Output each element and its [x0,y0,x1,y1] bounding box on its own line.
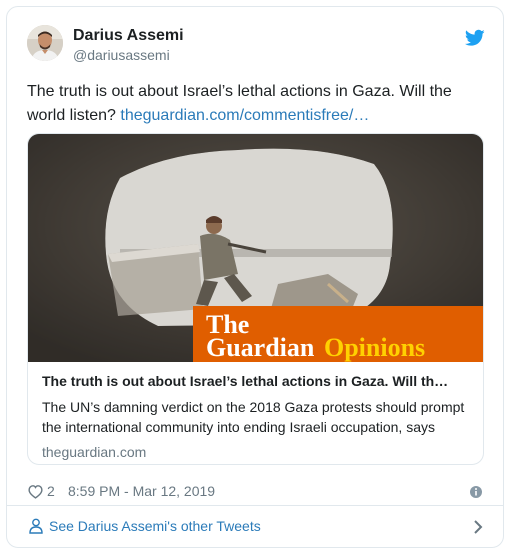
heart-icon[interactable] [27,484,44,499]
card-title[interactable]: The truth is out about Israel’s lethal a… [42,371,469,391]
like-count[interactable]: 2 [47,483,55,499]
link-card[interactable]: The Guardian Opinions The truth is out a… [27,133,484,465]
brand-guardian: Guardian [206,333,315,362]
author-block[interactable]: Darius Assemi @dariusassemi [73,27,184,65]
twitter-bird-icon[interactable] [465,29,485,47]
avatar-photo [27,25,63,61]
tweet-meta: 2 8:59 PM - Mar 12, 2019 [27,481,483,503]
tweet-text: The truth is out about Israel’s lethal a… [27,80,487,128]
tweet-link[interactable]: theguardian.com/commentisfree/… [120,107,369,124]
card-image[interactable]: The Guardian Opinions [28,134,483,362]
brand-opinions: Opinions [324,333,425,362]
author-name[interactable]: Darius Assemi [73,27,184,45]
see-other-tweets-label[interactable]: See Darius Assemi's other Tweets [49,518,261,534]
person-icon [29,518,43,534]
card-domain[interactable]: theguardian.com [42,442,469,462]
see-other-tweets-link[interactable]: See Darius Assemi's other Tweets [7,505,503,547]
tweet-timestamp[interactable]: 8:59 PM - Mar 12, 2019 [68,483,215,499]
author-handle[interactable]: @dariusassemi [73,45,184,65]
card-description: The UN’s damning verdict on the 2018 Gaz… [42,399,465,435]
card-photo: The Guardian Opinions [28,134,483,362]
card-body[interactable]: The truth is out about Israel’s lethal a… [42,371,469,462]
tweet-header: Darius Assemi @dariusassemi [27,25,485,71]
embedded-tweet: Darius Assemi @dariusassemi The truth is… [6,6,504,548]
avatar[interactable] [27,25,63,61]
info-icon[interactable] [469,485,483,499]
chevron-right-icon[interactable] [473,519,483,535]
